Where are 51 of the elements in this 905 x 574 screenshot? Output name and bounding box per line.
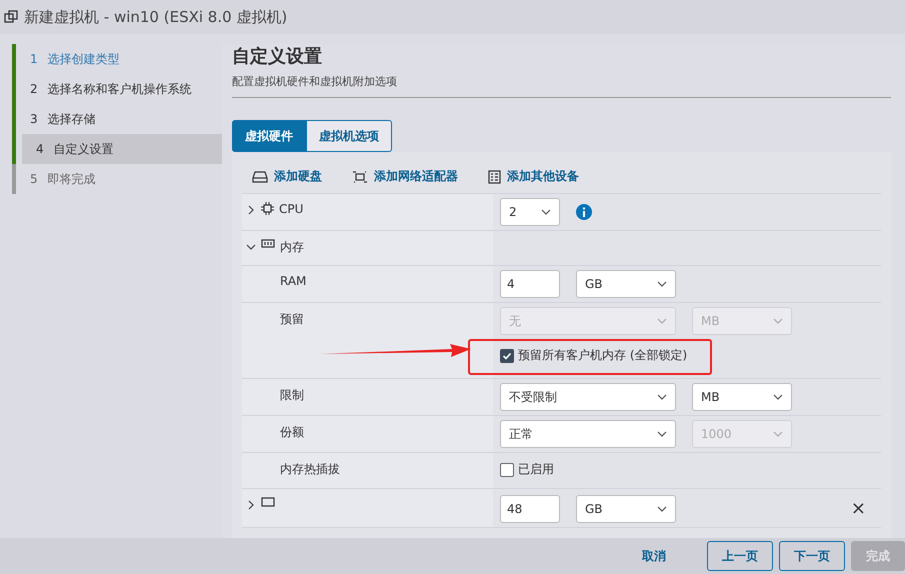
setting-label: 份额 (280, 424, 304, 441)
window-title: 新建虚拟机 - win10 (ESXi 8.0 虚拟机) (24, 8, 288, 26)
wizard-step[interactable]: 4 自定义设置 (12, 134, 222, 164)
dropdown[interactable]: GB (576, 270, 676, 298)
device-list-icon (488, 170, 501, 184)
footer-button[interactable]: 上一页 (707, 541, 773, 571)
caret-icon (657, 431, 667, 437)
number-field[interactable]: 48 (500, 494, 560, 522)
toolbar-button[interactable]: 添加硬盘 (252, 168, 322, 185)
caret-icon (657, 281, 667, 287)
checkbox-square[interactable] (500, 462, 514, 476)
footer-button[interactable]: 取消 (627, 541, 681, 571)
page-title: 自定义设置 (232, 45, 323, 68)
setting-label: 限制 (280, 387, 304, 404)
checkbox-square[interactable] (500, 348, 514, 362)
setting-label: 内存 (280, 239, 304, 256)
windows-icon (4, 10, 18, 24)
toolbar-button[interactable]: 添加其他设备 (488, 168, 579, 185)
dropdown[interactable]: MB (692, 383, 792, 411)
page-subtitle: 配置虚拟机硬件和虚拟机附加选项 (232, 68, 891, 98)
footer-button[interactable]: 下一页 (779, 541, 845, 571)
caret-icon (657, 394, 667, 400)
caret-icon (773, 431, 783, 437)
checkbox[interactable]: 已启用 (500, 461, 554, 478)
setting-label: CPU (279, 202, 304, 216)
chevron-icon[interactable] (246, 205, 256, 215)
caret-icon (773, 318, 783, 324)
number-field[interactable]: 4 (500, 270, 560, 298)
toolbar-button[interactable]: 添加网络适配器 (352, 168, 458, 185)
dropdown[interactable]: GB (576, 494, 676, 522)
tab[interactable]: 虚拟机选项 (306, 120, 392, 152)
network-adapter-icon (352, 170, 368, 184)
caret-icon (657, 318, 667, 324)
memory-icon (261, 239, 275, 249)
chevron-icon[interactable] (246, 242, 256, 252)
setting-label: RAM (280, 274, 306, 288)
checkbox[interactable]: 预留所有客户机内存 (全部锁定) (500, 347, 688, 364)
setting-label: 内存热插拔 (280, 461, 340, 478)
info-icon[interactable] (576, 204, 592, 220)
tab[interactable]: 虚拟硬件 (232, 120, 306, 152)
caret-icon (541, 209, 551, 215)
chip-icon (261, 202, 274, 215)
check-icon (502, 350, 512, 360)
dropdown[interactable]: 不受限制 (500, 383, 676, 411)
setting-label: 预留 (280, 311, 304, 328)
dropdown[interactable]: 2 (500, 198, 560, 226)
caret-icon (657, 506, 667, 512)
dropdown[interactable]: 正常 (500, 420, 676, 448)
caret-icon (773, 394, 783, 400)
chevron-icon[interactable] (246, 500, 256, 510)
remove-button[interactable]: × (842, 498, 874, 519)
